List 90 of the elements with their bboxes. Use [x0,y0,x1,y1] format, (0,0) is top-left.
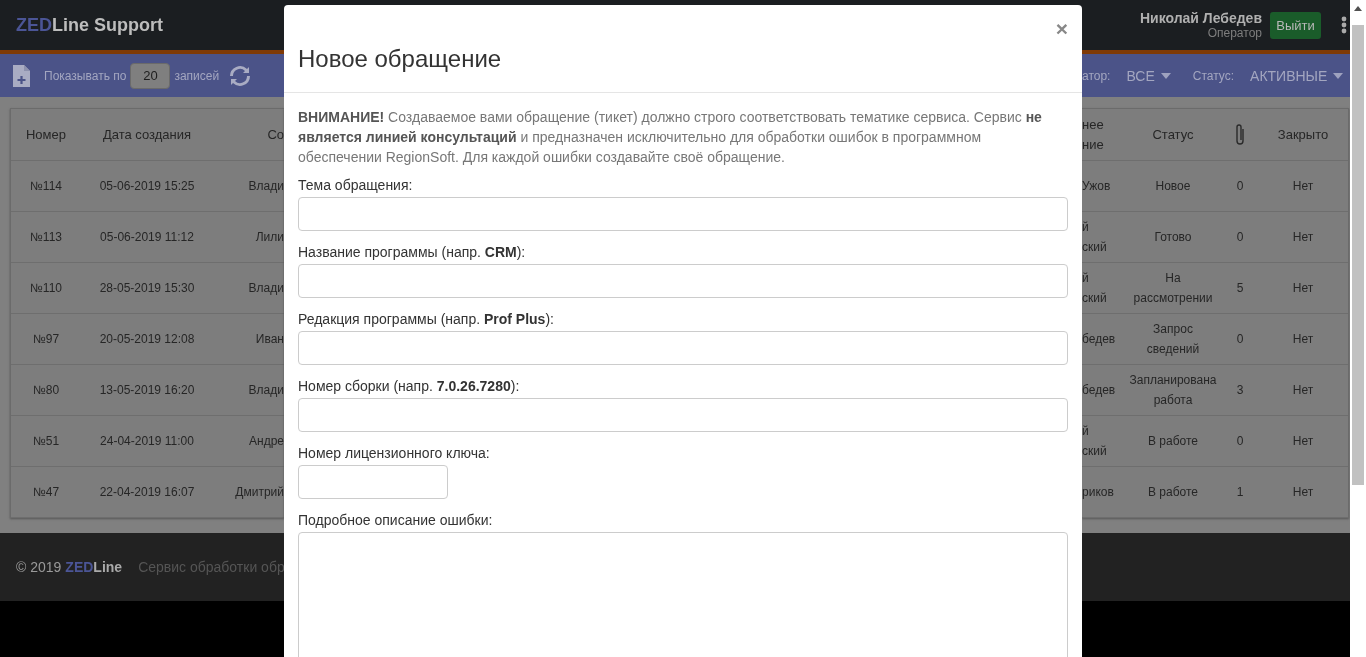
table-cell-text: бедев [1082,331,1117,348]
table-cell-text: й ский [1082,423,1108,460]
table-cell-text: №114 [29,179,63,193]
input-field[interactable] [298,465,448,499]
table-cell-text: 5 [1235,281,1245,295]
field-label: Название программы (напр. CRM): [298,244,526,261]
user-name: Николай Лебедев [1139,10,1262,26]
table-cell-text: Нет [1291,485,1315,499]
column-header: нее ние [1082,115,1105,154]
scroll-up-icon[interactable] [1354,6,1362,11]
copyright-text: © 2019 [16,559,62,575]
table-cell-text: й ский [1082,219,1108,256]
table-cell-text: Готово [1153,229,1193,246]
table-cell-text: 0 [1235,230,1245,244]
table-cell-text: 1 [1235,485,1245,499]
table-cell-text: Влади [247,179,284,193]
table-cell-text: 3 [1235,383,1245,397]
table-cell-text: 22-04-2019 16:07 [98,485,196,499]
table-cell-text: 0 [1235,434,1245,448]
description-field[interactable] [298,532,1068,657]
table-cell-text: 13-05-2019 16:20 [98,383,196,397]
table-cell-text: Новое [1154,178,1192,195]
table-cell-text: Нет [1291,281,1315,295]
table-cell-text: 20-05-2019 12:08 [98,332,196,346]
table-cell-text: Иван [254,332,284,346]
table-cell-text: бедев [1082,382,1117,399]
table-cell-text: №113 [29,230,63,244]
logout-button[interactable]: Выйти [1270,11,1321,39]
close-button[interactable]: × [1055,17,1068,41]
refresh-icon[interactable] [230,64,251,87]
table-cell-text: 05-06-2019 15:25 [98,179,196,193]
operator-filter-label: атор: [1082,68,1111,83]
table-cell-text: й ский [1082,270,1108,307]
table-cell-text: 05-06-2019 11:12 [99,230,195,244]
table-cell-text: Запланирована работа [1128,372,1218,409]
table-cell-text: №110 [29,281,63,295]
table-cell-text: Нет [1291,383,1315,397]
caret-icon [1333,72,1344,79]
scrollbar[interactable] [1350,0,1366,657]
input-field[interactable] [298,398,1068,432]
input-field[interactable] [298,331,1068,365]
table-cell-text: На рассмотрении [1132,270,1214,307]
field-label: Номер сборки (напр. 7.0.26.7280): [298,378,520,395]
table-cell-text: риков [1082,484,1115,501]
user-role: Оператор [1207,26,1262,40]
table-cell-text: 28-05-2019 15:30 [98,281,196,295]
column-header: Со [266,127,284,142]
table-cell-text: 0 [1235,332,1245,346]
dialog-title: Новое обращение [298,44,502,73]
table-cell-text: №97 [31,332,61,346]
page-size-label: Показывать по [44,68,127,83]
table-cell-text: Влади [247,383,284,397]
status-filter-label: Статус: [1192,68,1235,83]
status-filter-dropdown[interactable]: АКТИВНЫЕ [1250,67,1344,84]
table-cell-text: Ужов [1082,178,1112,195]
paperclip-icon [1234,122,1246,147]
more-menu-icon[interactable] [1341,16,1347,34]
column-header: Дата создания [101,127,193,142]
input-field[interactable] [298,264,1068,298]
table-cell-text: №51 [31,434,61,448]
input-field[interactable] [298,197,1068,231]
operator-filter-dropdown[interactable]: ВСЕ [1126,67,1171,84]
footer-logo: ZEDLine [65,559,123,575]
table-cell-text: Влади [247,281,284,295]
field-label: Подробное описание ошибки: [298,512,493,529]
table-cell-text: Лили [254,230,284,244]
table-cell-text: В работе [1147,484,1199,501]
table-cell-text: Нет [1291,434,1315,448]
table-cell-text: 0 [1235,179,1245,193]
warning-notice: ВНИМАНИЕ! Создаваемое вами обращение (тикет) должно строго соответствовать тематике сервиса. Сервис не является линией консультаций и предназначен исключительно для обработки ошибок в программном обеспечении RegionSoft. Для каждой ошибки создавайте своё обращение. [298,108,1043,167]
table-cell-text: Нет [1291,332,1315,346]
field-label: Номер лицензионного ключа: [298,445,490,462]
caret-icon [1160,72,1171,79]
field-label: Редакция программы (напр. Prof Plus): [298,311,554,328]
table-cell-text: Нет [1291,230,1315,244]
field-label: Тема обращения: [298,177,413,194]
table-cell-text: №47 [31,485,61,499]
column-header: Закрыто [1276,127,1330,142]
table-cell-text: №80 [31,383,61,397]
table-cell-text: В работе [1147,433,1199,450]
table-cell-text: 24-04-2019 11:00 [99,434,195,448]
table-cell-text: Андре [248,434,284,448]
table-cell-text: Дмитрий [234,485,284,499]
column-header: Статус [1151,125,1195,144]
new-document-icon[interactable] [13,64,30,87]
page-size-field[interactable]: 20 [130,62,171,89]
page-size-suffix: записей [174,68,220,83]
table-cell-text: Запрос сведений [1145,321,1201,358]
column-header: Номер [25,127,67,142]
table-cell-text: Нет [1291,179,1315,193]
